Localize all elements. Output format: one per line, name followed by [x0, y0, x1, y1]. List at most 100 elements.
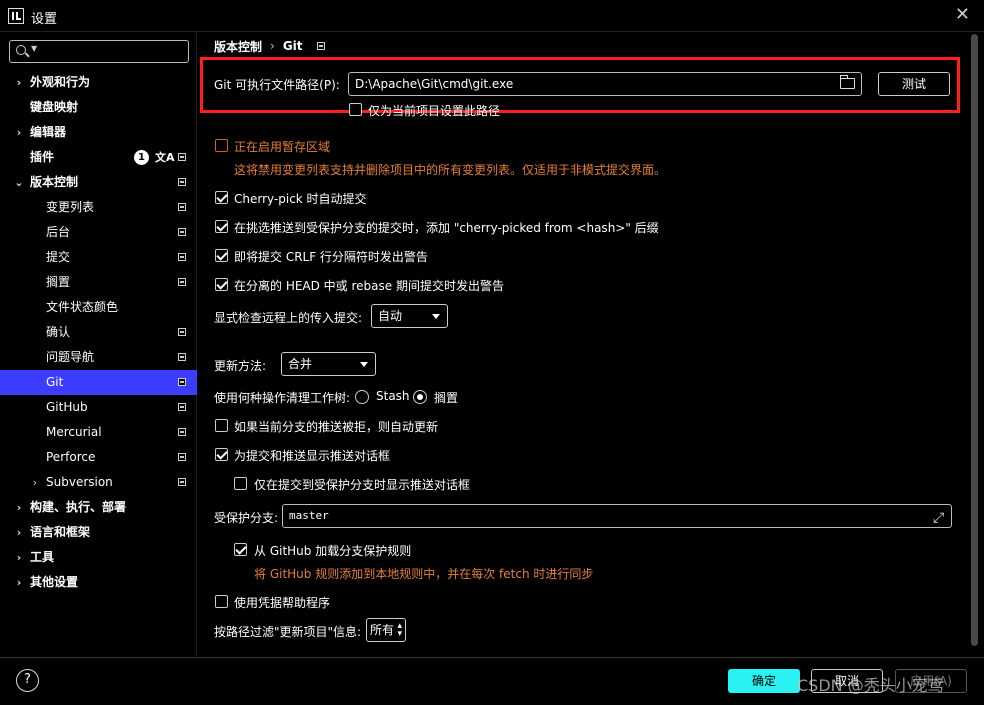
- protected-branches-label: 受保护分支:: [214, 511, 279, 525]
- sidebar-item-label: 提交: [46, 250, 71, 264]
- expand-icon[interactable]: [933, 507, 945, 529]
- chevron-right-icon[interactable]: ›: [14, 495, 24, 520]
- sidebar-item-issue-navigation[interactable]: 问题导航: [0, 345, 197, 370]
- sidebar-item-version-control[interactable]: ⌄ 版本控制: [0, 170, 197, 195]
- update-method-select[interactable]: 合并: [281, 352, 376, 376]
- sidebar-item-tools[interactable]: › 工具: [0, 545, 197, 570]
- project-scope-icon: [178, 478, 186, 486]
- auto-update-rejected-label: 如果当前分支的推送被拒，则自动更新: [234, 420, 439, 434]
- sidebar-item-label: Git: [46, 375, 64, 389]
- staging-area-note: 这将禁用变更列表支持并删除项目中的所有变更列表。仅适用于非模式提交界面。: [234, 163, 667, 177]
- project-scope-icon: [178, 278, 186, 286]
- staging-area-label: 正在启用暂存区域: [234, 140, 331, 154]
- crlf-warning-checkbox[interactable]: [215, 249, 228, 262]
- sidebar-item-confirmation[interactable]: 确认: [0, 320, 197, 345]
- project-scope-icon: [178, 403, 186, 411]
- chevron-down-icon: ▼: [31, 44, 38, 53]
- update-count-badge: 1: [134, 150, 149, 165]
- chevron-right-icon[interactable]: ›: [14, 545, 24, 570]
- project-only-checkbox[interactable]: [349, 103, 362, 116]
- breadcrumb-parent[interactable]: 版本控制: [214, 38, 262, 55]
- clean-stash-radio[interactable]: [355, 390, 369, 404]
- crlf-warning-label: 即将提交 CRLF 行分隔符时发出警告: [234, 250, 428, 264]
- protected-branches-input[interactable]: master: [282, 504, 952, 529]
- cherry-pick-suffix-checkbox[interactable]: [215, 220, 228, 233]
- auto-update-rejected-checkbox[interactable]: [215, 419, 228, 432]
- load-github-rules-checkbox[interactable]: [234, 543, 247, 556]
- filter-update-info-label: 按路径过滤"更新项目"信息:: [214, 625, 362, 639]
- sidebar-item-label: 键盘映射: [30, 100, 79, 114]
- credential-helper-checkbox[interactable]: [215, 595, 228, 608]
- sidebar-item-perforce[interactable]: Perforce: [0, 445, 197, 470]
- sidebar-item-background[interactable]: 后台: [0, 220, 197, 245]
- push-dialog-protected-only-label: 仅在提交到受保护分支时显示推送对话框: [254, 478, 471, 492]
- chevron-right-icon[interactable]: ›: [14, 70, 24, 95]
- filter-update-info-value: 所有: [370, 623, 395, 637]
- project-scope-icon: [178, 378, 186, 386]
- sidebar-item-appearance[interactable]: › 外观和行为: [0, 70, 197, 95]
- detached-head-warning-label: 在分离的 HEAD 中或 rebase 期间提交时发出警告: [234, 279, 504, 293]
- breadcrumb-current: Git: [282, 39, 303, 53]
- sidebar-item-label: 编辑器: [30, 125, 67, 139]
- sidebar-item-shelf[interactable]: 搁置: [0, 270, 197, 295]
- sidebar-item-commit[interactable]: 提交: [0, 245, 197, 270]
- incoming-commits-select[interactable]: 自动: [371, 304, 448, 328]
- chevron-right-icon[interactable]: ›: [30, 470, 40, 495]
- sidebar-item-label: 版本控制: [30, 175, 79, 189]
- search-icon: [16, 45, 26, 55]
- sidebar-item-github[interactable]: GitHub: [0, 395, 197, 420]
- staging-area-checkbox[interactable]: [215, 139, 228, 152]
- sidebar-item-mercurial[interactable]: Mercurial: [0, 420, 197, 445]
- git-exe-path-input[interactable]: D:\Apache\Git\cmd\git.exe: [348, 72, 862, 96]
- sidebar-item-subversion[interactable]: › Subversion: [0, 470, 197, 495]
- vertical-scrollbar[interactable]: [971, 34, 978, 646]
- protected-branches-value: master: [289, 509, 329, 522]
- help-icon[interactable]: ?: [16, 669, 39, 692]
- settings-search-input[interactable]: ▼: [9, 40, 189, 63]
- project-scope-icon: [178, 153, 186, 161]
- project-scope-icon: [178, 453, 186, 461]
- incoming-commits-label: 显式检查远程上的传入提交:: [214, 311, 363, 325]
- push-dialog-protected-only-checkbox[interactable]: [234, 477, 247, 490]
- clean-worktree-label: 使用何种操作清理工作树:: [214, 391, 351, 405]
- project-scope-icon: [178, 178, 186, 186]
- sidebar-item-plugins[interactable]: 插件 1 文A: [0, 145, 197, 170]
- project-scope-icon: [316, 42, 325, 50]
- update-method-label: 更新方法:: [214, 359, 267, 373]
- sidebar-item-keymap[interactable]: 键盘映射: [0, 95, 197, 120]
- close-icon[interactable]: ✕: [955, 5, 970, 25]
- sidebar-item-changelists[interactable]: 变更列表: [0, 195, 197, 220]
- project-scope-icon: [178, 228, 186, 236]
- filter-update-info-select[interactable]: 所有 ▴ ▾: [366, 618, 406, 642]
- chevron-right-icon[interactable]: ›: [14, 120, 24, 145]
- clean-shelve-radio[interactable]: [413, 390, 427, 404]
- credential-helper-label: 使用凭据帮助程序: [234, 596, 331, 610]
- sidebar-item-languages-frameworks[interactable]: › 语言和框架: [0, 520, 197, 545]
- show-push-dialog-checkbox[interactable]: [215, 448, 228, 461]
- sidebar-item-git[interactable]: Git: [0, 370, 197, 395]
- chevron-right-icon[interactable]: ›: [14, 520, 24, 545]
- detached-head-warning-checkbox[interactable]: [215, 278, 228, 291]
- project-scope-icon: [178, 203, 186, 211]
- sidebar-item-label: 插件: [30, 150, 55, 164]
- project-scope-icon: [178, 353, 186, 361]
- title-bar: 设置 ✕: [0, 0, 984, 32]
- sidebar-item-other-settings[interactable]: › 其他设置: [0, 570, 197, 595]
- sidebar-item-label: Subversion: [46, 475, 113, 489]
- translate-icon: 文A: [155, 151, 175, 164]
- folder-open-icon[interactable]: [840, 75, 855, 89]
- ok-button[interactable]: 确定: [728, 669, 800, 693]
- show-push-dialog-label: 为提交和推送显示推送对话框: [234, 449, 391, 463]
- sidebar-item-label: 文件状态颜色: [46, 300, 119, 314]
- chevron-down-icon[interactable]: ⌄: [14, 170, 24, 195]
- chevron-right-icon[interactable]: ›: [14, 570, 24, 595]
- test-button[interactable]: 测试: [878, 72, 950, 96]
- sidebar-item-label: 其他设置: [30, 575, 79, 589]
- sidebar-item-label: 外观和行为: [30, 75, 91, 89]
- sidebar-item-editor[interactable]: › 编辑器: [0, 120, 197, 145]
- clean-shelve-label: 搁置: [434, 391, 459, 405]
- cherry-pick-auto-commit-checkbox[interactable]: [215, 191, 228, 204]
- git-exe-path-value: D:\Apache\Git\cmd\git.exe: [355, 77, 514, 91]
- sidebar-item-build-execution-deployment[interactable]: › 构建、执行、部署: [0, 495, 197, 520]
- sidebar-item-file-status-colors[interactable]: 文件状态颜色: [0, 295, 197, 320]
